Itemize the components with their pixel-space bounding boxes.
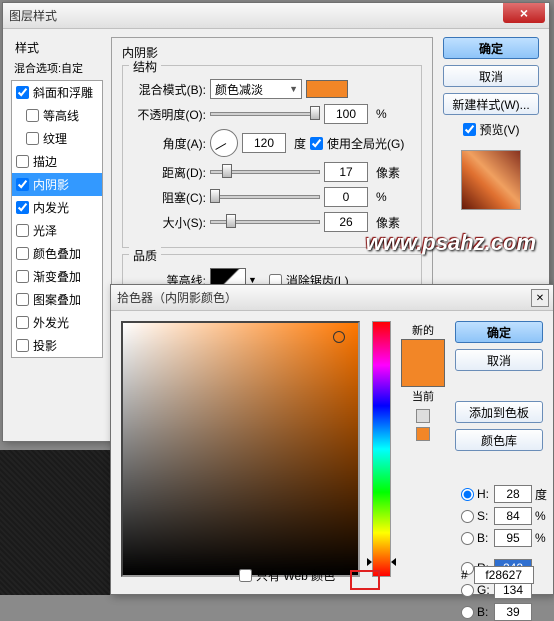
layer-style-title: 图层样式 bbox=[9, 7, 543, 24]
bb-input[interactable]: 39 bbox=[494, 603, 532, 621]
cancel-button[interactable]: 取消 bbox=[443, 65, 539, 87]
picker-ok-button[interactable]: 确定 bbox=[455, 321, 543, 343]
ok-button[interactable]: 确定 bbox=[443, 37, 539, 59]
use-global-light-check[interactable]: 使用全局光(G) bbox=[310, 135, 404, 152]
choke-value[interactable]: 0 bbox=[324, 187, 368, 207]
hex-row: # f28627 bbox=[461, 566, 534, 584]
cube-icon[interactable] bbox=[416, 409, 430, 423]
hue-pointer-right[interactable] bbox=[391, 558, 396, 566]
style-drop-shadow[interactable]: 投影 bbox=[12, 334, 102, 357]
blend-mode-label: 混合模式(B): bbox=[131, 81, 206, 98]
close-icon[interactable]: ✕ bbox=[531, 289, 549, 307]
hue-slider[interactable] bbox=[372, 321, 391, 577]
h-row: H:28度 bbox=[461, 485, 549, 503]
style-inner-shadow[interactable]: 内阴影 bbox=[12, 173, 102, 196]
hash-label: # bbox=[461, 568, 468, 582]
distance-value[interactable]: 17 bbox=[324, 162, 368, 182]
s-radio[interactable] bbox=[461, 510, 474, 523]
size-value[interactable]: 26 bbox=[324, 212, 368, 232]
distance-slider[interactable] bbox=[210, 165, 320, 179]
background-texture bbox=[0, 450, 120, 595]
watermark-psahz: www.psahz.com bbox=[366, 230, 536, 256]
color-field-cursor[interactable] bbox=[333, 331, 345, 343]
style-satin[interactable]: 光泽 bbox=[12, 219, 102, 242]
opacity-value[interactable]: 100 bbox=[324, 104, 368, 124]
new-color bbox=[402, 340, 444, 363]
inner-shadow-title: 内阴影 bbox=[122, 44, 422, 61]
style-gradient-overlay[interactable]: 渐变叠加 bbox=[12, 265, 102, 288]
h-input[interactable]: 28 bbox=[494, 485, 532, 503]
style-inner-glow[interactable]: 内发光 bbox=[12, 196, 102, 219]
style-pattern-overlay[interactable]: 图案叠加 bbox=[12, 288, 102, 311]
color-field[interactable] bbox=[121, 321, 360, 577]
current-color bbox=[402, 363, 444, 386]
annotation-highlight bbox=[350, 570, 380, 590]
color-picker-dialog: 拾色器（内阴影颜色） ✕ 新的 当前 确定 取消 添加到色板 颜色库 bbox=[110, 284, 554, 595]
layer-style-titlebar[interactable]: 图层样式 × bbox=[3, 3, 549, 29]
blend-options-default[interactable]: 混合选项:自定 bbox=[11, 58, 103, 78]
style-contour[interactable]: 等高线 bbox=[12, 104, 102, 127]
h-radio[interactable] bbox=[461, 488, 474, 501]
websafe-swatch[interactable] bbox=[416, 427, 430, 441]
styles-panel: 样式 混合选项:自定 斜面和浮雕 等高线 纹理 描边 内阴影 内发光 光泽 颜色… bbox=[11, 37, 103, 358]
picker-titlebar[interactable]: 拾色器（内阴影颜色） ✕ bbox=[111, 285, 553, 311]
style-stroke[interactable]: 描边 bbox=[12, 150, 102, 173]
hue-pointer-left[interactable] bbox=[367, 558, 372, 566]
add-swatch-button[interactable]: 添加到色板 bbox=[455, 401, 543, 423]
blend-mode-select[interactable]: 颜色减淡 bbox=[210, 79, 302, 99]
bb-radio[interactable] bbox=[461, 606, 474, 619]
new-current-swatch[interactable] bbox=[401, 339, 445, 387]
angle-dial[interactable] bbox=[210, 129, 238, 157]
style-color-overlay[interactable]: 颜色叠加 bbox=[12, 242, 102, 265]
hex-input[interactable]: f28627 bbox=[474, 566, 534, 584]
structure-fieldset: 结构 混合模式(B): 颜色减淡 不透明度(O): 100 % 角度(A): 1… bbox=[122, 65, 422, 248]
bv-input[interactable]: 95 bbox=[494, 529, 532, 547]
styles-header[interactable]: 样式 bbox=[11, 37, 103, 58]
preview-check[interactable]: 预览(V) bbox=[463, 121, 520, 138]
picker-title: 拾色器（内阴影颜色） bbox=[117, 289, 547, 306]
s-input[interactable]: 84 bbox=[494, 507, 532, 525]
color-libs-button[interactable]: 颜色库 bbox=[455, 429, 543, 451]
style-bevel-check[interactable] bbox=[16, 86, 29, 99]
angle-value[interactable]: 120 bbox=[242, 133, 286, 153]
size-slider[interactable] bbox=[210, 215, 320, 229]
close-icon[interactable]: × bbox=[503, 3, 545, 23]
style-texture[interactable]: 纹理 bbox=[12, 127, 102, 150]
styles-list: 斜面和浮雕 等高线 纹理 描边 内阴影 内发光 光泽 颜色叠加 渐变叠加 图案叠… bbox=[11, 80, 103, 358]
preview-thumbnail bbox=[461, 150, 521, 210]
style-outer-glow[interactable]: 外发光 bbox=[12, 311, 102, 334]
web-only-check[interactable]: 只有 Web 颜色 bbox=[239, 567, 335, 584]
new-style-button[interactable]: 新建样式(W)... bbox=[443, 93, 539, 115]
bv-radio[interactable] bbox=[461, 532, 474, 545]
opacity-slider[interactable] bbox=[210, 107, 320, 121]
color-values: H:28度 S:84% B:95% R:242 G:134 B:39 L:67 … bbox=[461, 485, 554, 621]
new-current-preview: 新的 当前 bbox=[401, 321, 445, 577]
style-bevel[interactable]: 斜面和浮雕 bbox=[12, 81, 102, 104]
shadow-color-swatch[interactable] bbox=[306, 80, 348, 98]
choke-slider[interactable] bbox=[210, 190, 320, 204]
picker-cancel-button[interactable]: 取消 bbox=[455, 349, 543, 371]
